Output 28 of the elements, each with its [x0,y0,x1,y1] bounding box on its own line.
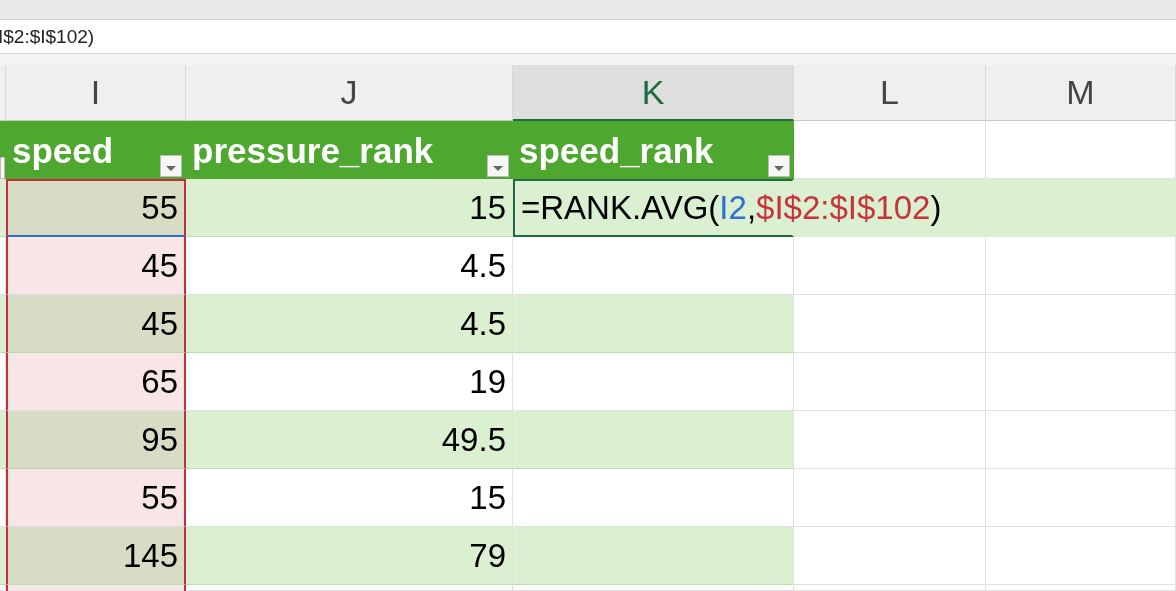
table-cell: 145 [6,527,186,585]
table-cell: 4.5 [186,237,513,295]
column-header[interactable]: J [186,65,513,121]
table-cell: 55 [6,469,186,527]
filter-button[interactable] [768,155,790,177]
table-cell: 49.5 [186,411,513,469]
header-cell: speed [12,131,114,171]
cell-editor[interactable]: =RANK.AVG(I2,$I$2:$I$102) [513,179,1176,237]
header-cell: pressure_rank [192,131,434,171]
table-cell: 45 [6,237,186,295]
formula-text: I$2:$I$102) [0,25,95,48]
column-header[interactable]: M [986,65,1176,121]
table-cell: 55 [6,179,186,237]
header-cell: speed_rank [519,131,714,171]
table-cell: 4.5 [186,295,513,353]
column-header[interactable]: L [794,65,986,121]
column-header[interactable]: I [6,65,186,121]
table-cell: 65 [6,353,186,411]
formula-bar[interactable]: I$2:$I$102) [0,20,1176,54]
column-header[interactable]: K [513,65,794,121]
table-cell: 19 [186,353,513,411]
table-cell: 79 [186,527,513,585]
table-cell: 45 [6,295,186,353]
table-cell: 95 [6,411,186,469]
filter-button[interactable] [487,155,509,177]
filter-button[interactable] [160,155,182,177]
table-cell: 15 [186,179,513,237]
table-cell: 15 [186,469,513,527]
